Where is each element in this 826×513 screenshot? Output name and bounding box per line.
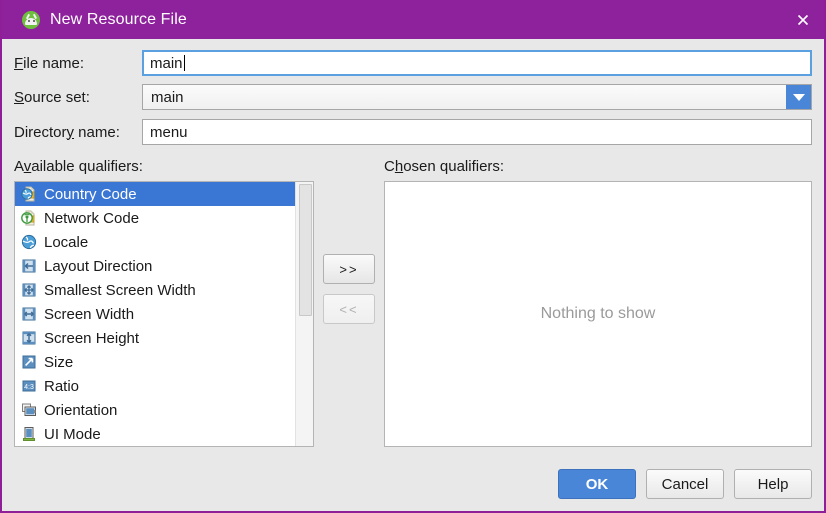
screen-width-icon bbox=[21, 306, 37, 322]
file-name-label: File name: bbox=[14, 54, 85, 72]
chevron-down-icon[interactable] bbox=[786, 85, 811, 109]
list-item[interactable]: Locale bbox=[15, 230, 295, 254]
country-code-icon bbox=[21, 186, 37, 202]
list-item[interactable]: Orientation bbox=[15, 398, 295, 422]
new-resource-file-dialog: New Resource File File name: main Source… bbox=[0, 0, 826, 513]
list-item-label: Country Code bbox=[44, 185, 137, 203]
list-item[interactable]: Size bbox=[15, 350, 295, 374]
android-studio-icon bbox=[22, 10, 40, 29]
screen-height-icon bbox=[21, 330, 37, 346]
available-list-scrollbar[interactable] bbox=[295, 182, 313, 446]
directory-name-row: Directory name: menu bbox=[14, 118, 812, 146]
title-bar: New Resource File bbox=[2, 0, 824, 39]
source-set-combobox[interactable]: main bbox=[142, 84, 812, 110]
list-item-label: Size bbox=[44, 353, 74, 371]
form-area: File name: main Source set: main Directo… bbox=[2, 49, 824, 146]
qualifiers-area: Available qualifiers: Country Code Networ… bbox=[2, 158, 824, 447]
svg-text:4:3: 4:3 bbox=[24, 384, 34, 391]
list-item-label: Layout Direction bbox=[44, 257, 153, 275]
file-name-value: main bbox=[150, 54, 183, 72]
close-button[interactable] bbox=[780, 0, 824, 39]
ok-button[interactable]: OK bbox=[558, 469, 636, 499]
available-qualifiers-label: Available qualifiers: bbox=[14, 158, 143, 175]
list-item-label: Screen Height bbox=[44, 329, 140, 347]
transfer-buttons: >> << bbox=[314, 158, 384, 447]
list-item-label: UI Mode bbox=[44, 425, 101, 443]
list-item[interactable]: Country Code bbox=[15, 182, 295, 206]
list-item[interactable]: Layout Direction bbox=[15, 254, 295, 278]
directory-name-input[interactable]: menu bbox=[142, 119, 812, 145]
locale-icon bbox=[21, 234, 37, 250]
list-item-label: Ratio bbox=[44, 377, 80, 395]
directory-name-value: menu bbox=[150, 123, 188, 141]
source-set-value: main bbox=[151, 88, 184, 106]
remove-qualifier-button: << bbox=[323, 294, 375, 324]
list-item[interactable]: 4:3 Ratio bbox=[15, 374, 295, 398]
list-item[interactable]: UI Mode bbox=[15, 422, 295, 446]
list-item[interactable]: Network Code bbox=[15, 206, 295, 230]
orientation-icon bbox=[21, 402, 37, 418]
cancel-button[interactable]: Cancel bbox=[646, 469, 724, 499]
list-item-label: Locale bbox=[44, 233, 89, 251]
add-qualifier-button[interactable]: >> bbox=[323, 254, 375, 284]
list-item-label: Orientation bbox=[44, 401, 118, 419]
ratio-icon: 4:3 bbox=[21, 378, 37, 394]
source-set-label: Source set: bbox=[14, 88, 90, 106]
window-title: New Resource File bbox=[50, 10, 187, 28]
available-qualifiers-list[interactable]: Country Code Network Code Locale Layout Dir… bbox=[14, 181, 314, 447]
text-caret bbox=[183, 55, 185, 71]
list-item[interactable]: Screen Width bbox=[15, 302, 295, 326]
chosen-qualifiers-pane: Chosen qualifiers: Nothing to show bbox=[384, 158, 812, 447]
chosen-qualifiers-label: Chosen qualifiers: bbox=[384, 158, 505, 175]
list-item-label: Network Code bbox=[44, 209, 140, 227]
chosen-qualifiers-list[interactable]: Nothing to show bbox=[384, 181, 812, 447]
layout-direction-icon bbox=[21, 258, 37, 274]
available-qualifiers-pane: Available qualifiers: Country Code Networ… bbox=[14, 158, 314, 447]
dialog-footer: OK Cancel Help bbox=[558, 469, 812, 499]
file-name-row: File name: main bbox=[14, 49, 812, 77]
help-button[interactable]: Help bbox=[734, 469, 812, 499]
size-icon bbox=[21, 354, 37, 370]
network-code-icon bbox=[21, 210, 37, 226]
close-icon bbox=[797, 14, 809, 25]
file-name-input[interactable]: main bbox=[142, 50, 812, 76]
list-item[interactable]: Smallest Screen Width bbox=[15, 278, 295, 302]
list-item-label: Screen Width bbox=[44, 305, 135, 323]
scrollbar-thumb[interactable] bbox=[299, 184, 312, 316]
ui-mode-icon bbox=[21, 426, 37, 442]
source-set-row: Source set: main bbox=[14, 83, 812, 111]
directory-name-label: Directory name: bbox=[14, 123, 120, 141]
empty-state-text: Nothing to show bbox=[540, 305, 656, 322]
list-item-label: Smallest Screen Width bbox=[44, 281, 196, 299]
list-item[interactable]: Screen Height bbox=[15, 326, 295, 350]
smallest-screen-width-icon bbox=[21, 282, 37, 298]
